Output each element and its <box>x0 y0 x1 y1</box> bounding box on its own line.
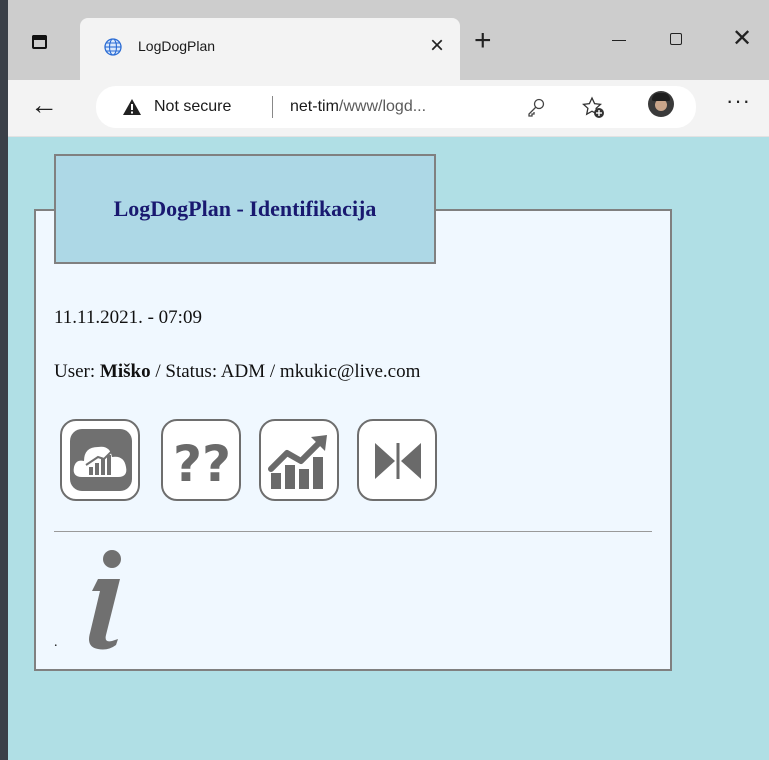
exit-button[interactable] <box>357 419 437 501</box>
tab-close-button[interactable]: × <box>430 32 444 60</box>
question-marks-icon: ?? <box>173 435 231 493</box>
maximize-icon[interactable] <box>670 33 682 45</box>
add-favorite-icon[interactable] <box>582 96 606 120</box>
help-button-label: ?? <box>173 435 231 493</box>
cloud-analytics-button[interactable] <box>60 419 140 501</box>
globe-icon <box>104 38 122 56</box>
info-icon <box>89 550 121 650</box>
address-separator <box>272 96 273 118</box>
browser-window: LogDogPlan × + ✕ ← Not secure net-tim/ww… <box>8 0 769 760</box>
url-host: net-tim <box>290 98 339 115</box>
trend-chart-icon <box>268 435 327 489</box>
address-bar[interactable]: Not secure net-tim/www/logd... <box>96 86 696 128</box>
statistics-button[interactable] <box>259 419 339 501</box>
panel-legend: LogDogPlan - Identifikacija <box>54 154 436 264</box>
user-prefix: User: <box>54 361 100 382</box>
collapse-arrows-icon <box>375 443 421 479</box>
back-button[interactable]: ← <box>30 90 58 120</box>
url-text[interactable]: net-tim/www/logd... <box>290 98 426 116</box>
window-edge <box>0 0 8 760</box>
tab-title: LogDogPlan <box>138 38 216 54</box>
warning-icon[interactable] <box>122 98 142 116</box>
user-name: Miško <box>99 361 151 382</box>
cloud-chart-icon <box>70 429 132 491</box>
tab-strip: LogDogPlan × + ✕ <box>8 0 769 80</box>
legend-title: LogDogPlan - Identifikacija <box>113 196 377 221</box>
browser-tab[interactable]: LogDogPlan × <box>80 18 460 80</box>
minimize-icon[interactable] <box>612 40 626 41</box>
user-details: / Status: ADM / mkukic@live.com <box>150 361 421 382</box>
divider <box>54 531 652 532</box>
url-path: /www/logd... <box>338 98 427 115</box>
key-icon[interactable] <box>526 97 546 117</box>
page-viewport: LogDogPlan - Identifikacija 11.11.2021. … <box>8 137 769 760</box>
close-icon[interactable]: ✕ <box>732 24 752 53</box>
more-menu-button[interactable]: ··· <box>726 90 751 112</box>
footer-text: . <box>54 635 58 650</box>
tab-actions-icon[interactable] <box>28 32 52 54</box>
new-tab-button[interactable]: + <box>474 26 492 56</box>
datetime-text: 11.11.2021. - 07:09 <box>54 307 202 328</box>
help-button[interactable]: ?? <box>161 419 241 501</box>
security-label[interactable]: Not secure <box>154 98 231 116</box>
user-info: User: Miško / Status: ADM / mkukic@live.… <box>54 361 420 383</box>
profile-avatar[interactable] <box>648 91 674 117</box>
navigation-bar: ← Not secure net-tim/www/logd... ··· <box>8 80 769 137</box>
